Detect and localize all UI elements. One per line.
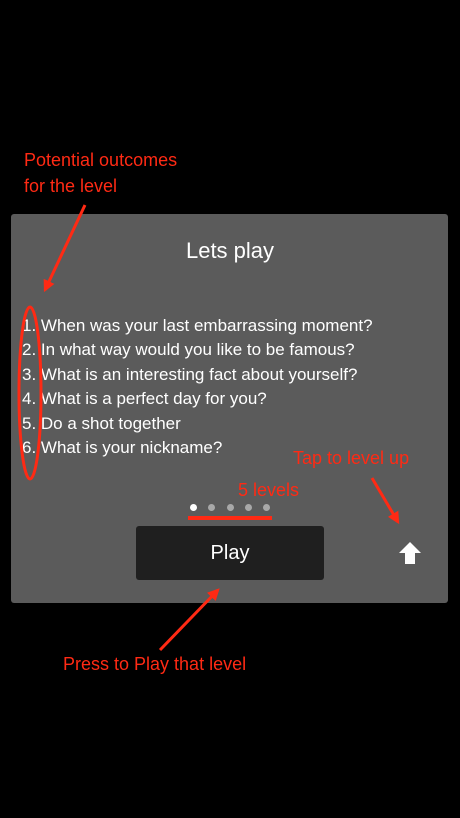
play-button-label: Play [210, 541, 250, 564]
level-dot[interactable] [190, 503, 197, 511]
question-item: 2. In what way would you like to be famo… [22, 340, 355, 360]
question-item: 1. When was your last embarrassing momen… [22, 316, 373, 335]
level-dot[interactable] [226, 503, 234, 511]
level-dot[interactable] [263, 503, 270, 511]
question-item: 3. What is an interesting fact about you… [22, 364, 358, 384]
question-item: 5. Do a shot together [22, 413, 181, 433]
annotation-tap-level-up: Tap to level up [293, 448, 410, 468]
level-dot[interactable] [244, 503, 252, 511]
panel-title: Lets play [185, 238, 275, 263]
annotation-outcomes-line2: for the level [24, 176, 118, 196]
annotation-press-play: Press to Play that level [63, 654, 247, 674]
level-dot[interactable] [208, 503, 216, 511]
question-list: 1. When was your last embarrassing momen… [22, 314, 373, 460]
annotation-outcomes-line1: Potential outcomes [24, 150, 178, 170]
annotation-levels: 5 levels [238, 480, 300, 500]
annotation-outcomes: Potential outcomes for the level [24, 147, 177, 199]
up-arrow-icon[interactable] [397, 540, 423, 566]
play-button[interactable]: Play [136, 526, 324, 580]
level-page-indicator[interactable] [190, 503, 270, 511]
question-item: 4. What is a perfect day for you? [22, 389, 267, 409]
